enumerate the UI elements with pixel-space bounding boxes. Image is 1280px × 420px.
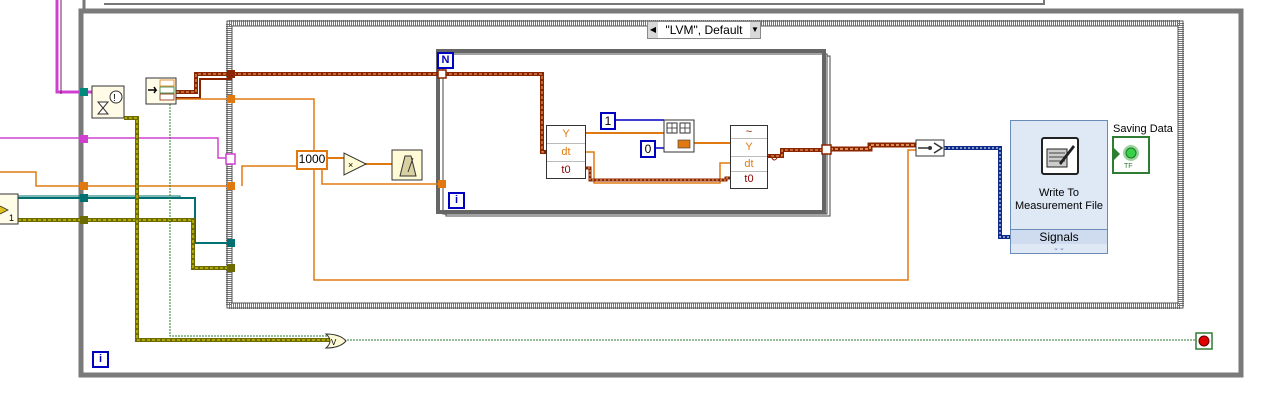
- case-tunnel-teal[interactable]: [227, 239, 235, 247]
- for-tunnel-in[interactable]: [437, 69, 447, 79]
- tunnel-orange[interactable]: [80, 182, 88, 190]
- case-selector[interactable]: ◀ "LVM", Default ▼: [647, 21, 761, 39]
- write-file-glyph: [1046, 145, 1075, 168]
- dynamic-data-wire: [944, 146, 1012, 239]
- case-tunnel-brown[interactable]: [227, 70, 235, 78]
- brown-wire-in-inner: [176, 73, 442, 93]
- build-waveform-node[interactable]: ~ Y dt t0: [730, 125, 768, 189]
- convert-dot: [928, 146, 932, 150]
- build-dt-terminal: dt: [731, 157, 767, 172]
- case-selector-terminal[interactable]: [225, 153, 236, 165]
- build-y-terminal: Y: [731, 139, 767, 157]
- write-file-icon: [1041, 137, 1079, 175]
- case-tunnel-olive[interactable]: [227, 264, 235, 272]
- saving-data-label: Saving Data: [1113, 123, 1173, 135]
- build-waveform-icon: ~: [731, 126, 767, 139]
- for-tunnel-orange[interactable]: [438, 180, 446, 188]
- unbundle-dbl: [159, 79, 175, 87]
- while-loop-iteration-terminal: i: [92, 351, 109, 368]
- tunnel-olive[interactable]: [80, 216, 88, 224]
- constant-1000[interactable]: 1000: [296, 150, 328, 170]
- led-indicator-light: [1125, 147, 1137, 159]
- expand-chevron-icon[interactable]: ⌄⌄: [1011, 244, 1107, 253]
- write-file-title: Write To Measurement File: [1014, 187, 1104, 212]
- orange-wire-1000: [241, 165, 298, 186]
- for-loop-count-terminal[interactable]: N: [437, 52, 454, 69]
- get-y-terminal: Y: [547, 126, 585, 144]
- constant-zero[interactable]: 0: [640, 140, 656, 158]
- get-t0-terminal: t0: [561, 164, 571, 176]
- multiply-icon: ×: [348, 160, 353, 170]
- tunnel-teal[interactable]: [80, 194, 88, 202]
- case-prev-arrow[interactable]: ◀: [648, 22, 658, 38]
- case-tunnel-orange[interactable]: [227, 95, 235, 103]
- brown-wire-in: [176, 72, 442, 94]
- build-t0-terminal: t0: [744, 173, 754, 185]
- orange-wire-left: [0, 171, 232, 187]
- error-icon: [109, 90, 123, 104]
- unbundle-c3: [159, 93, 175, 101]
- case-tunnel-orange-2[interactable]: [227, 182, 235, 190]
- write-to-measurement-file-vi[interactable]: Write To Measurement File Signals ⌄⌄: [1010, 120, 1108, 254]
- case-selector-label: "LVM", Default: [665, 23, 743, 37]
- or-gate-label: V: [331, 338, 337, 347]
- get-dt-terminal: dt: [547, 144, 585, 162]
- constant-one[interactable]: 1: [600, 112, 616, 130]
- tunnel-pink-2[interactable]: [80, 135, 88, 143]
- tunnel-pink[interactable]: [80, 88, 88, 96]
- signals-input-terminal[interactable]: Signals: [1011, 229, 1107, 244]
- case-next-arrow[interactable]: ▼: [750, 22, 760, 38]
- led-tf-text: TF: [1124, 163, 1133, 170]
- stop-icon: [1198, 335, 1210, 347]
- exclaim-glyph: !: [113, 93, 116, 104]
- get-waveform-components-node[interactable]: Y dt t0: [546, 125, 586, 179]
- pink-wire-mid: [0, 137, 228, 159]
- orange-wire-1000-down: [321, 168, 442, 185]
- array-out-icon: [677, 139, 691, 149]
- for-loop-iteration-terminal: i: [448, 192, 465, 209]
- brown-wire-in-2: [176, 78, 232, 99]
- pink-wire-top: [55, 0, 92, 94]
- for-tunnel-out[interactable]: [821, 144, 832, 155]
- left-node-value: 1: [9, 213, 15, 223]
- unbundle-tf: [159, 86, 175, 94]
